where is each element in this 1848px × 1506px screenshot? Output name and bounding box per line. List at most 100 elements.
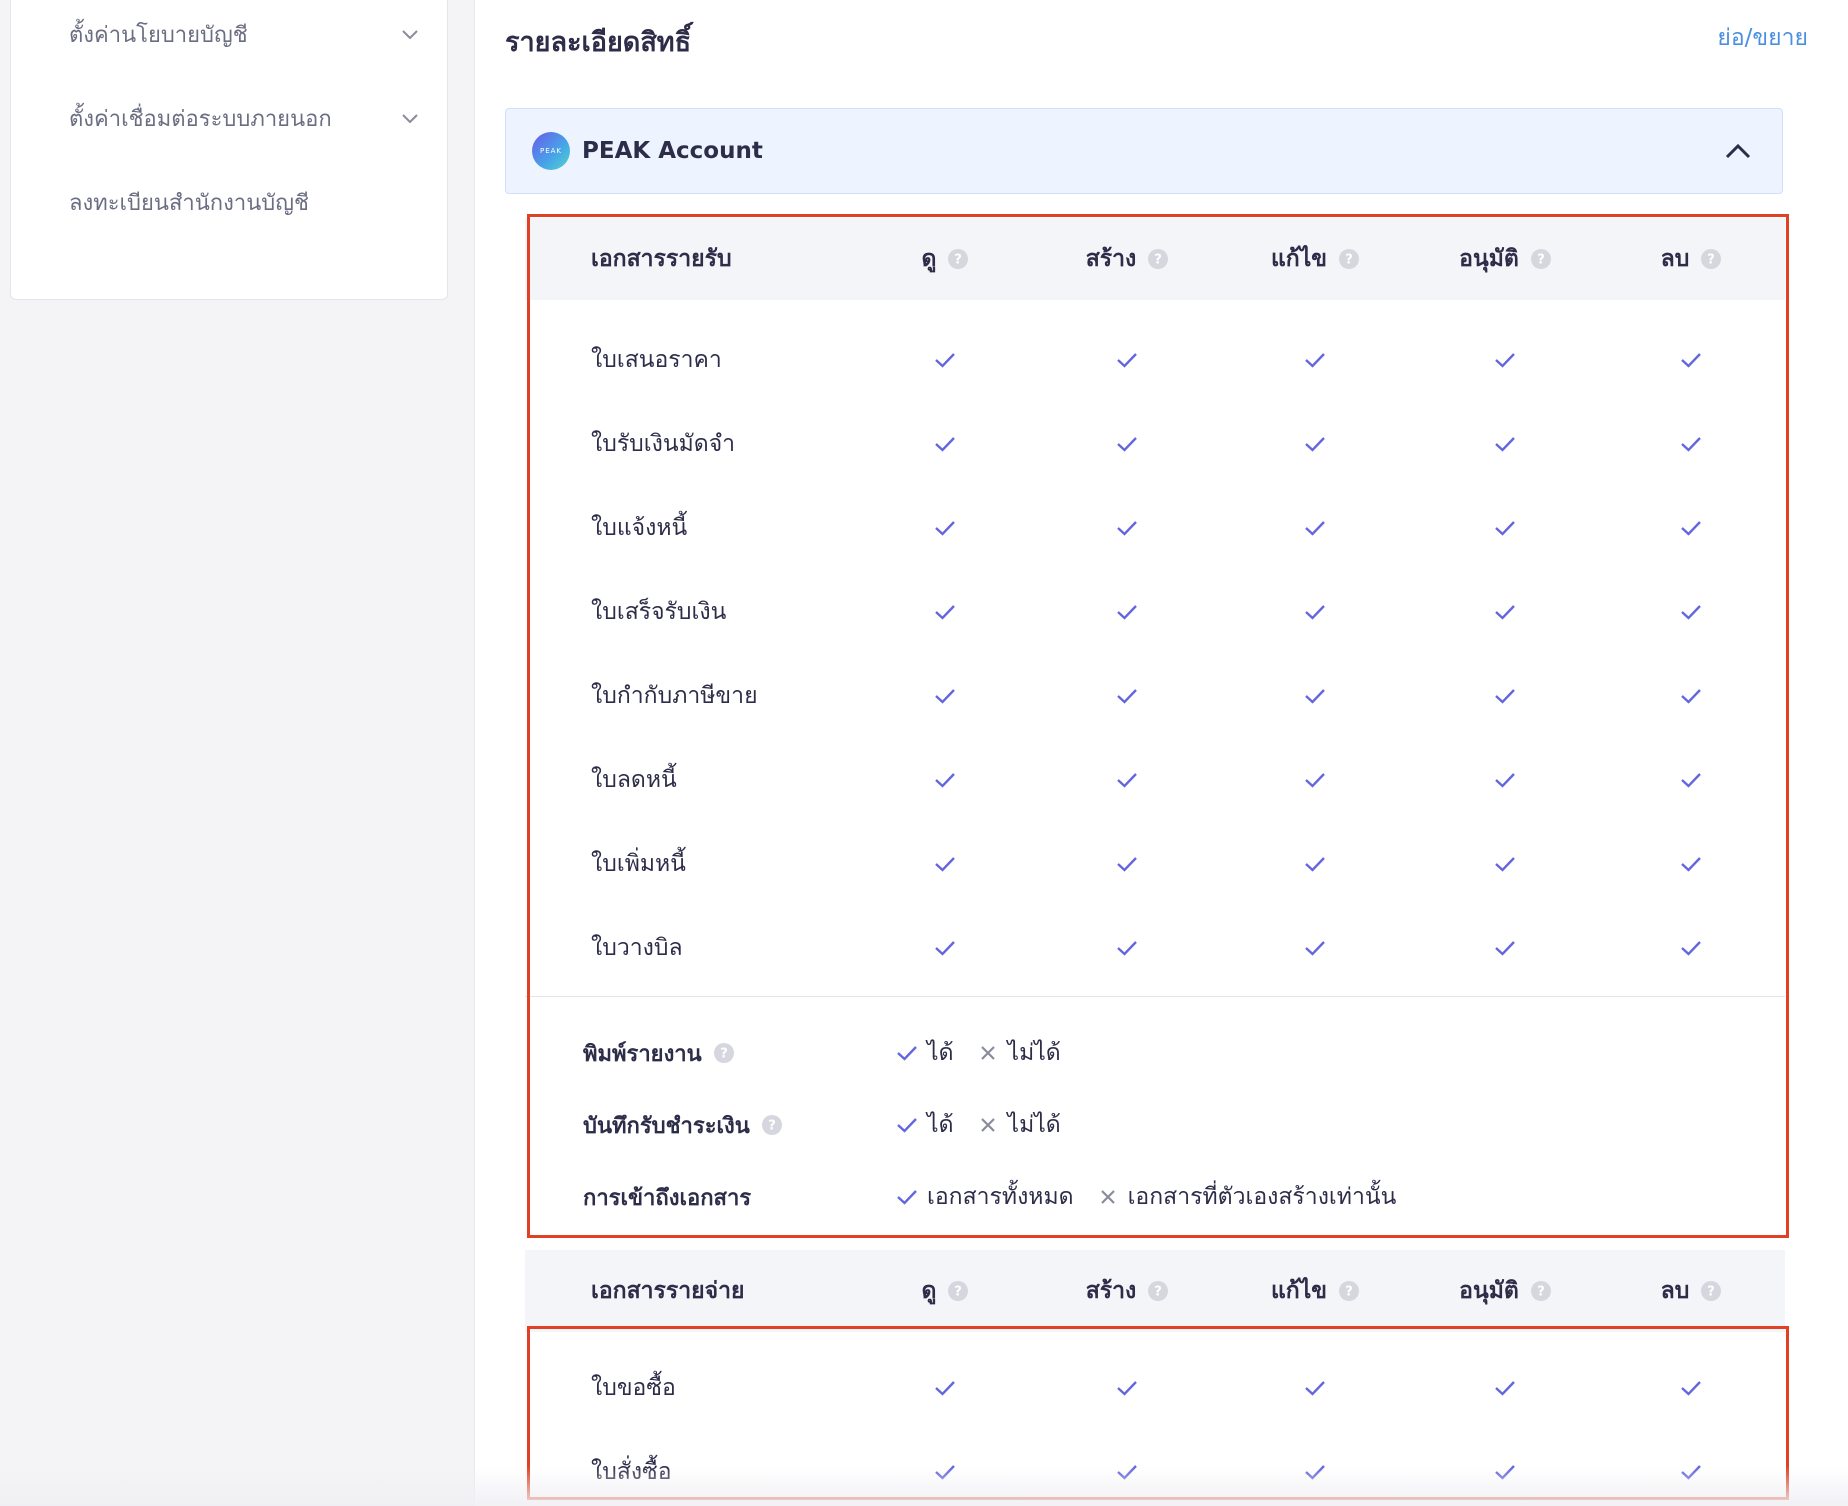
account-accordion-header[interactable]: PEAK PEAK Account	[505, 108, 1783, 194]
permission-toggle-view[interactable]	[925, 1430, 965, 1506]
permission-toggle-view[interactable]	[925, 906, 965, 990]
permission-toggle-delete[interactable]	[1671, 654, 1711, 738]
option-choice[interactable]: เอกสารที่ตัวเองสร้างเท่านั้น	[1096, 1179, 1396, 1215]
permission-toggle-approve[interactable]	[1485, 654, 1525, 738]
help-icon[interactable]: ?	[1148, 1281, 1169, 1301]
permission-toggle-approve[interactable]	[1485, 486, 1525, 570]
check-icon	[1681, 521, 1701, 536]
permission-toggle-delete[interactable]	[1671, 486, 1711, 570]
permission-toggle-edit[interactable]	[1295, 822, 1335, 906]
permission-row: ใบแจ้งหนี้	[525, 486, 1785, 570]
permission-toggle-delete[interactable]	[1671, 1430, 1711, 1506]
permission-toggle-edit[interactable]	[1295, 1346, 1335, 1430]
permission-toggle-edit[interactable]	[1295, 654, 1335, 738]
permission-toggle-view[interactable]	[925, 570, 965, 654]
chevron-up-icon[interactable]	[1724, 139, 1752, 163]
permission-toggle-create[interactable]	[1107, 1346, 1147, 1430]
permission-toggle-create[interactable]	[1107, 486, 1147, 570]
option-choice[interactable]: ไม่ได้	[976, 1035, 1061, 1071]
permission-toggle-edit[interactable]	[1295, 906, 1335, 990]
permission-toggle-view[interactable]	[925, 738, 965, 822]
permission-toggle-view[interactable]	[925, 822, 965, 906]
permission-toggle-delete[interactable]	[1671, 822, 1711, 906]
option-choice[interactable]: เอกสารทั้งหมด	[895, 1179, 1074, 1215]
column-header-label: สร้าง	[1085, 1278, 1137, 1304]
check-icon	[1305, 941, 1325, 956]
permission-toggle-delete[interactable]	[1671, 402, 1711, 486]
option-row: การเข้าถึงเอกสาร เอกสารทั้งหมด เอกสารที่ตั…	[525, 1172, 1785, 1222]
help-icon[interactable]: ?	[1701, 249, 1722, 269]
check-icon	[1495, 1465, 1515, 1480]
permission-toggle-create[interactable]	[1107, 570, 1147, 654]
collapse-expand-link[interactable]: ย่อ/ขยาย	[1717, 20, 1808, 56]
permission-toggle-delete[interactable]	[1671, 570, 1711, 654]
permission-toggle-delete[interactable]	[1671, 318, 1711, 402]
svg-text:?: ?	[955, 253, 963, 268]
permission-toggle-edit[interactable]	[1295, 318, 1335, 402]
sidebar-item-external-integration[interactable]: ตั้งค่าเชื่อมต่อระบบภายนอก	[69, 98, 419, 138]
permission-toggle-create[interactable]	[1107, 654, 1147, 738]
permission-toggle-approve[interactable]	[1485, 402, 1525, 486]
help-icon[interactable]: ?	[948, 1281, 969, 1301]
permission-toggle-approve[interactable]	[1485, 1346, 1525, 1430]
permission-toggle-delete[interactable]	[1671, 738, 1711, 822]
permission-toggle-view[interactable]	[925, 654, 965, 738]
help-icon[interactable]: ?	[948, 249, 969, 269]
check-icon	[935, 353, 955, 368]
permission-toggle-create[interactable]	[1107, 738, 1147, 822]
sidebar-item-accounting-policy[interactable]: ตั้งค่านโยบายบัญชี	[69, 14, 419, 54]
permission-toggle-create[interactable]	[1107, 822, 1147, 906]
permission-toggle-edit[interactable]	[1295, 1430, 1335, 1506]
help-icon[interactable]: ?	[1701, 1281, 1722, 1301]
permission-toggle-approve[interactable]	[1485, 1430, 1525, 1506]
help-icon[interactable]: ?	[761, 1115, 782, 1135]
check-icon	[1305, 689, 1325, 704]
permission-toggle-edit[interactable]	[1295, 486, 1335, 570]
option-choice[interactable]: ได้	[895, 1035, 954, 1071]
permission-toggle-create[interactable]	[1107, 1430, 1147, 1506]
permission-toggle-delete[interactable]	[1671, 906, 1711, 990]
permission-toggle-view[interactable]	[925, 402, 965, 486]
column-header-create: สร้าง?	[1057, 218, 1197, 300]
svg-text:?: ?	[1345, 1285, 1353, 1300]
check-icon	[1495, 605, 1515, 620]
option-choice[interactable]: ได้	[895, 1107, 954, 1143]
check-icon	[935, 437, 955, 452]
option-label: การเข้าถึงเอกสาร	[583, 1185, 752, 1211]
permission-row: ใบเสร็จรับเงิน	[525, 570, 1785, 654]
svg-text:?: ?	[720, 1047, 728, 1062]
column-header-label: ดู	[921, 246, 937, 272]
permission-toggle-create[interactable]	[1107, 318, 1147, 402]
permission-toggle-view[interactable]	[925, 486, 965, 570]
permission-toggle-approve[interactable]	[1485, 906, 1525, 990]
help-icon[interactable]: ?	[1339, 249, 1360, 269]
permission-toggle-view[interactable]	[925, 318, 965, 402]
document-type-label: ใบกำกับภาษีขาย	[591, 683, 758, 709]
option-choice[interactable]: ไม่ได้	[976, 1107, 1061, 1143]
help-icon[interactable]: ?	[1148, 249, 1169, 269]
permission-toggle-edit[interactable]	[1295, 570, 1335, 654]
permission-toggle-delete[interactable]	[1671, 1346, 1711, 1430]
help-icon[interactable]: ?	[1530, 249, 1551, 269]
permission-toggle-view[interactable]	[925, 1346, 965, 1430]
help-icon[interactable]: ?	[1530, 1281, 1551, 1301]
check-icon	[1495, 1381, 1515, 1396]
permission-toggle-approve[interactable]	[1485, 822, 1525, 906]
help-icon[interactable]: ?	[1339, 1281, 1360, 1301]
permission-toggle-approve[interactable]	[1485, 570, 1525, 654]
column-header-delete: ลบ?	[1621, 1250, 1761, 1332]
svg-text:?: ?	[1537, 1285, 1545, 1300]
permission-toggle-create[interactable]	[1107, 402, 1147, 486]
permission-toggle-create[interactable]	[1107, 906, 1147, 990]
svg-text:?: ?	[768, 1119, 776, 1134]
help-icon[interactable]: ?	[713, 1043, 734, 1063]
document-type-label: ใบเพิ่มหนี้	[591, 851, 686, 877]
permission-toggle-approve[interactable]	[1485, 738, 1525, 822]
permission-toggle-edit[interactable]	[1295, 402, 1335, 486]
sidebar-item-register-accounting-office[interactable]: ลงทะเบียนสำนักงานบัญชี	[69, 182, 419, 222]
check-icon	[1681, 857, 1701, 872]
permission-toggle-edit[interactable]	[1295, 738, 1335, 822]
option-choice-label: ได้	[927, 1112, 954, 1138]
permission-toggle-approve[interactable]	[1485, 318, 1525, 402]
sidebar-item-label: ตั้งค่านโยบายบัญชี	[69, 22, 248, 48]
